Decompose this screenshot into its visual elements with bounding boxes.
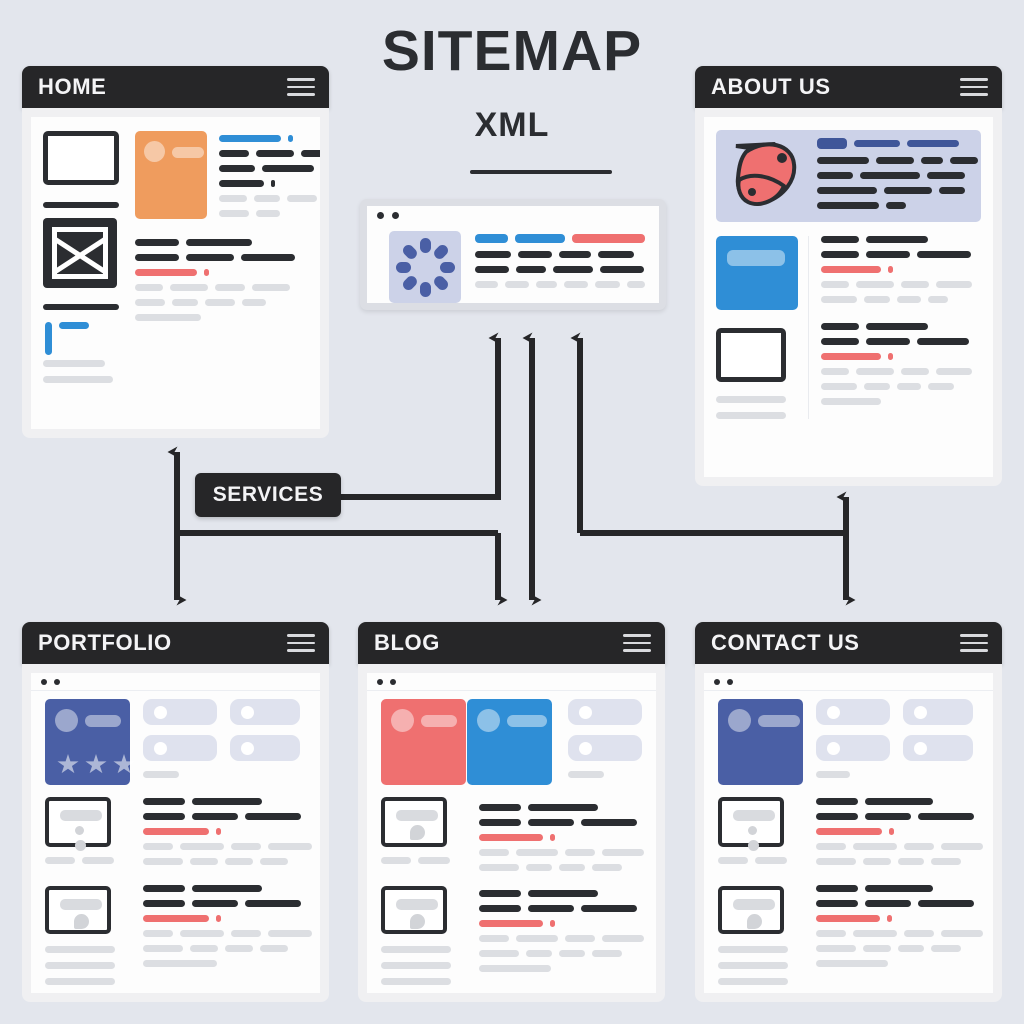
card-home-title: HOME	[38, 74, 107, 99]
divider-line	[43, 202, 119, 208]
tag-pill[interactable]	[903, 735, 973, 761]
card-contact-us-titlebar: CONTACT US	[695, 622, 1002, 664]
card-about-us-titlebar: ABOUT US	[695, 66, 1002, 108]
loading-spinner-icon	[389, 231, 461, 303]
card-portfolio-title: PORTFOLIO	[38, 630, 172, 655]
tag-pill[interactable]	[230, 699, 300, 725]
divider-line	[43, 304, 119, 310]
edge-services-xml	[340, 332, 501, 500]
blue-marker	[43, 320, 117, 360]
wireframe-box	[43, 131, 119, 185]
xml-node-page	[367, 206, 659, 303]
hamburger-icon[interactable]	[623, 634, 651, 652]
window-dots	[367, 673, 656, 691]
thumbnail	[381, 797, 447, 847]
window-dots	[704, 673, 993, 691]
card-blog-body	[358, 664, 665, 1002]
red-media-tile	[381, 699, 466, 785]
text-line	[43, 360, 105, 367]
red-blob-illustration	[726, 136, 808, 216]
hamburger-icon[interactable]	[960, 634, 988, 652]
text-line	[43, 376, 113, 383]
card-portfolio[interactable]: PORTFOLIO	[22, 622, 329, 1002]
tag-pill[interactable]	[568, 735, 642, 761]
rating-stars	[57, 754, 135, 775]
card-portfolio-body	[22, 664, 329, 1002]
navy-profile-tile	[718, 699, 803, 785]
services-node[interactable]: SERVICES	[195, 473, 341, 517]
thumbnail	[718, 797, 784, 851]
card-home-body	[22, 108, 329, 438]
blue-media-tile	[467, 699, 552, 785]
hamburger-icon[interactable]	[287, 634, 315, 652]
hamburger-icon[interactable]	[287, 78, 315, 96]
card-blog-title: BLOG	[374, 630, 440, 655]
thumbnail	[718, 886, 784, 934]
card-about-us-title: ABOUT US	[711, 74, 831, 99]
xml-node-card[interactable]	[360, 199, 666, 310]
card-contact-us[interactable]: CONTACT US	[695, 622, 1002, 1002]
title-underline	[470, 170, 612, 174]
navy-profile-tile	[45, 699, 135, 785]
outlined-thumbnail	[716, 328, 786, 382]
sitemap-diagram: SITEMAP XML SERVICES HOME ABOUT US PORTF…	[0, 0, 1024, 1024]
card-portfolio-titlebar: PORTFOLIO	[22, 622, 329, 664]
card-contact-us-title: CONTACT US	[711, 630, 860, 655]
blue-media-tile	[716, 236, 798, 310]
card-home-titlebar: HOME	[22, 66, 329, 108]
image-placeholder-x	[43, 218, 117, 288]
card-blog-titlebar: BLOG	[358, 622, 665, 664]
thumbnail	[45, 886, 111, 934]
orange-media-tile	[135, 131, 207, 219]
tag-pill[interactable]	[568, 699, 642, 725]
tag-pill[interactable]	[230, 735, 300, 761]
card-about-us[interactable]: ABOUT US	[695, 66, 1002, 486]
window-dots	[377, 212, 399, 219]
thumbnail	[45, 797, 111, 851]
card-home[interactable]: HOME	[22, 66, 329, 438]
tag-pill[interactable]	[143, 735, 217, 761]
hamburger-icon[interactable]	[960, 78, 988, 96]
tag-pill[interactable]	[903, 699, 973, 725]
card-contact-us-body	[695, 664, 1002, 1002]
card-about-us-body	[695, 108, 1002, 486]
tag-pill[interactable]	[816, 699, 890, 725]
services-label: SERVICES	[212, 483, 324, 506]
card-blog[interactable]: BLOG	[358, 622, 665, 1002]
hero-banner	[716, 130, 981, 222]
tag-pill[interactable]	[143, 699, 217, 725]
tag-pill[interactable]	[816, 735, 890, 761]
window-dots	[31, 673, 320, 691]
thumbnail	[381, 886, 447, 934]
